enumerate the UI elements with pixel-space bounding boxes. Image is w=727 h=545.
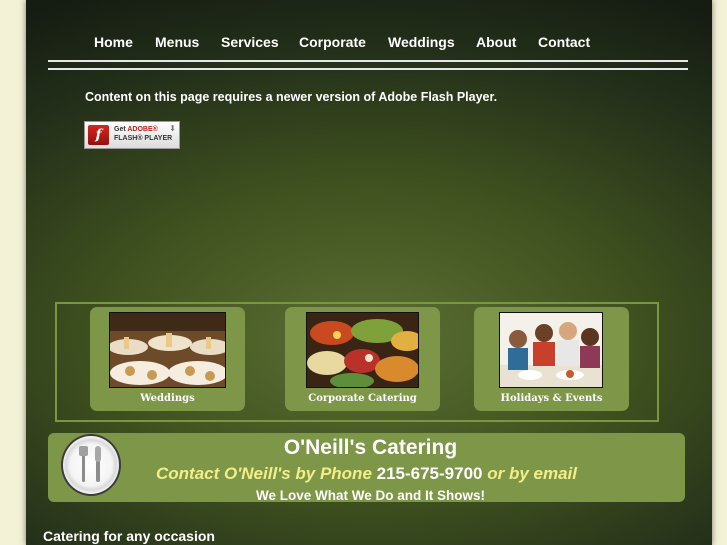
phone-number[interactable]: 215-675-9700 [377, 464, 483, 483]
footer-heading: Catering for any occasion [43, 528, 215, 544]
page-container: Home Menus Services Corporate Weddings A… [26, 0, 712, 545]
card-label-holidays: Holidays & Events [500, 393, 603, 404]
site-title: O'Neill's Catering [283, 436, 458, 459]
flash-badge-line2: FLASH® PLAYER [114, 135, 173, 142]
wedding-banquet-photo [109, 312, 226, 388]
service-gallery: Weddings Corporate Catering Holidays & E… [55, 302, 659, 422]
flash-logo-icon: f [88, 125, 109, 145]
buffet-food-photo [306, 312, 419, 388]
download-arrow-icon: ⬇ [169, 124, 176, 133]
main-nav: Home Menus Services Corporate Weddings A… [26, 34, 712, 54]
flash-required-message: Content on this page requires a newer ve… [85, 90, 498, 104]
card-holidays-events[interactable]: Holidays & Events [474, 307, 629, 411]
card-label-corporate: Corporate Catering [308, 393, 417, 404]
nav-home[interactable]: Home [94, 34, 133, 50]
get-flash-player-button[interactable]: f Get ADOBE® FLASH® PLAYER ⬇ [84, 121, 180, 149]
nav-menus[interactable]: Menus [155, 34, 199, 50]
nav-corporate[interactable]: Corporate [299, 34, 366, 50]
card-weddings[interactable]: Weddings [90, 307, 245, 411]
contact-line: Contact O'Neill's by Phone 215-675-9700 … [156, 464, 577, 483]
contact-banner: O'Neill's Catering Contact O'Neill's by … [48, 433, 685, 503]
family-dinner-photo [499, 312, 603, 388]
tagline: We Love What We Do and It Shows! [255, 488, 485, 503]
nav-weddings[interactable]: Weddings [388, 34, 455, 50]
nav-divider-bottom [48, 68, 688, 70]
card-corporate-catering[interactable]: Corporate Catering [285, 307, 440, 411]
nav-services[interactable]: Services [221, 34, 279, 50]
nav-contact[interactable]: Contact [538, 34, 590, 50]
nav-about[interactable]: About [476, 34, 516, 50]
card-label-weddings: Weddings [140, 393, 195, 404]
flash-badge-line1: Get ADOBE® [114, 126, 158, 133]
nav-divider-top [48, 60, 688, 62]
